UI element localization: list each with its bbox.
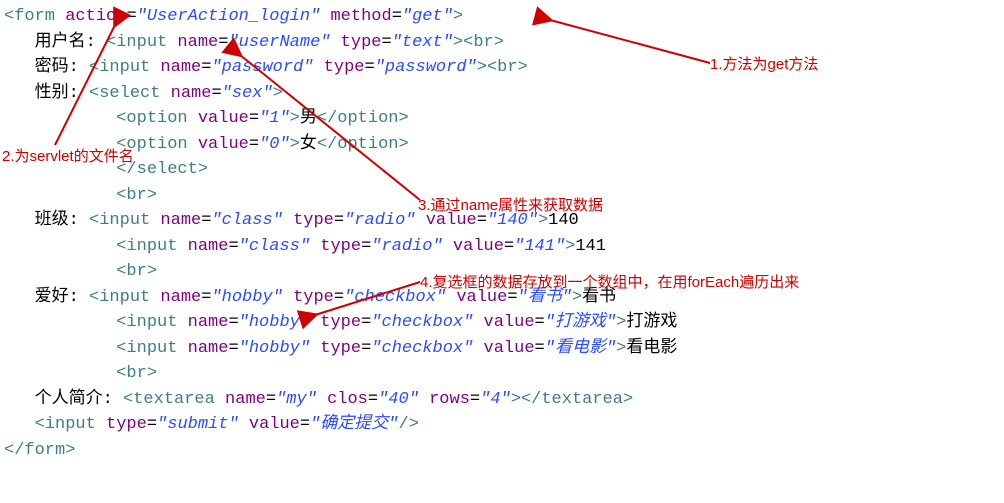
annotation-4: 4.复选框的数据存放到一个数组中，在用forEach遍历出来 [420, 272, 799, 295]
annotation-2: 2.为servlet的文件名 [2, 146, 134, 169]
arrow-2-icon [40, 20, 130, 150]
annotation-3: 3.通过name属性来获取数据 [418, 195, 603, 218]
code-block: <form action="UserAction_login" method="… [4, 4, 1000, 463]
arrow-4-icon [310, 280, 430, 320]
arrow-3-icon [230, 50, 430, 205]
annotation-1: 1.方法为get方法 [710, 54, 818, 77]
arrow-1-icon [540, 15, 720, 70]
